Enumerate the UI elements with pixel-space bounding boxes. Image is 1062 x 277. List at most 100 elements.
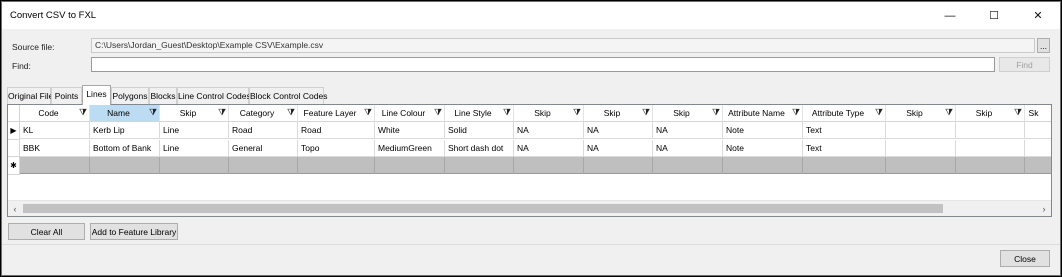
column-header[interactable]: Skip ⧩	[956, 105, 1025, 122]
grid-corner	[8, 105, 20, 122]
filter-icon[interactable]: ⧩	[642, 107, 650, 118]
grid-cell[interactable]: Short dash dot	[445, 140, 514, 157]
grid-cell[interactable]: Road	[298, 122, 375, 139]
column-header-label: Line Colour	[381, 108, 426, 118]
horizontal-scrollbar[interactable]: ‹ ›	[8, 200, 1051, 216]
grid-cell[interactable]: NA	[584, 140, 653, 157]
title-bar: Convert CSV to FXL — ☐ ✕	[2, 2, 1060, 29]
column-header[interactable]: Skip ⧩	[653, 105, 723, 122]
close-button[interactable]: Close	[1000, 250, 1050, 267]
filter-icon[interactable]: ⧩	[712, 107, 720, 118]
filter-icon[interactable]: ⧩	[287, 107, 295, 118]
column-header[interactable]: Category ⧩	[229, 105, 298, 122]
find-input[interactable]	[91, 57, 995, 72]
tab-polygons[interactable]: Polygons	[111, 87, 149, 104]
column-header[interactable]: Skip ⧩	[514, 105, 584, 122]
tab-original-file[interactable]: Original File	[7, 87, 53, 104]
grid-cell[interactable]	[886, 122, 956, 139]
grid-cell[interactable]: NA	[653, 140, 723, 157]
column-header[interactable]: Skip ⧩	[584, 105, 653, 122]
tab-blocks[interactable]: Blocks	[149, 87, 177, 104]
clear-all-button[interactable]: Clear All	[8, 223, 85, 240]
grid-cell[interactable]	[886, 140, 956, 157]
tab-line-control-codes[interactable]: Line Control Codes	[177, 87, 251, 104]
grid-cell[interactable]: BBK	[20, 140, 90, 157]
column-header[interactable]: Line Style ⧩	[445, 105, 514, 122]
grid-cell[interactable]: Line	[160, 140, 229, 157]
grid-cell[interactable]: Bottom of Bank	[90, 140, 160, 157]
grid-cell[interactable]	[956, 140, 1025, 157]
column-header[interactable]: Code ⧩	[20, 105, 90, 122]
grid-cell[interactable]: Text	[803, 122, 886, 139]
grid-cell[interactable]: White	[375, 122, 445, 139]
filter-icon[interactable]: ⧩	[79, 107, 87, 118]
new-row-divider	[802, 157, 803, 174]
new-row-divider	[1024, 157, 1025, 174]
grid-cell[interactable]: Solid	[445, 122, 514, 139]
column-header-label: Line Style	[454, 108, 492, 118]
add-to-feature-library-button[interactable]: Add to Feature Library	[90, 223, 178, 240]
filter-icon[interactable]: ⧩	[1014, 107, 1022, 118]
tab-block-control-codes[interactable]: Block Control Codes	[249, 87, 327, 104]
grid-cell[interactable]: Kerb Lip	[90, 122, 160, 139]
filter-icon[interactable]: ⧩	[875, 107, 883, 118]
column-header-label: Attribute Type	[811, 108, 865, 118]
column-header[interactable]: Line Colour ⧩	[375, 105, 445, 122]
source-file-field[interactable]: C:\Users\Jordan_Guest\Desktop\Example CS…	[91, 38, 1035, 53]
scroll-left-icon[interactable]: ‹	[8, 202, 22, 215]
column-header[interactable]: Skip ⧩	[160, 105, 229, 122]
find-button[interactable]: Find	[999, 57, 1050, 72]
grid-cell[interactable]: Topo	[298, 140, 375, 157]
grid-cell[interactable]: NA	[653, 122, 723, 139]
grid-cell[interactable]: Text	[803, 140, 886, 157]
new-row-divider	[159, 157, 160, 174]
grid-cell[interactable]	[956, 122, 1025, 139]
filter-icon[interactable]: ⧩	[573, 107, 581, 118]
column-header-label: Skip	[673, 108, 690, 118]
column-header[interactable]: Attribute Name ⧩	[723, 105, 803, 122]
grid-cell[interactable]: Road	[229, 122, 298, 139]
filter-icon[interactable]: ⧩	[434, 107, 442, 118]
grid-cell[interactable]	[1025, 140, 1051, 157]
new-row-divider	[652, 157, 653, 174]
grid-cell[interactable]: Note	[723, 122, 803, 139]
grid-cell[interactable]: NA	[584, 122, 653, 139]
new-row-divider	[297, 157, 298, 174]
column-header-label: Skip	[603, 108, 621, 118]
maximize-button[interactable]: ☐	[972, 2, 1016, 29]
column-header-label: Feature Layer	[303, 108, 357, 118]
grid-cell[interactable]: Note	[723, 140, 803, 157]
column-header[interactable]: Name ⧩	[90, 105, 160, 122]
filter-icon[interactable]: ⧩	[218, 107, 226, 118]
new-row[interactable]	[20, 157, 1051, 174]
browse-button[interactable]: ...	[1037, 38, 1050, 53]
new-row-divider	[513, 157, 514, 174]
current-row-indicator[interactable]: ▶	[8, 122, 20, 140]
column-header[interactable]: Skip ⧩	[886, 105, 956, 122]
close-window-button[interactable]: ✕	[1016, 2, 1060, 29]
new-row-indicator[interactable]: ✱	[8, 157, 20, 175]
filter-icon[interactable]: ⧩	[503, 107, 511, 118]
column-header[interactable]: Attribute Type ⧩	[803, 105, 886, 122]
grid-cell[interactable]: General	[229, 140, 298, 157]
grid-cell[interactable]: NA	[514, 122, 584, 139]
filter-icon[interactable]: ⧩	[945, 107, 953, 118]
scroll-right-icon[interactable]: ›	[1037, 202, 1051, 215]
column-header[interactable]: Feature Layer ⧩	[298, 105, 375, 122]
grid-cell[interactable]: KL	[20, 122, 90, 139]
grid-cell[interactable]: Line	[160, 122, 229, 139]
tab-lines[interactable]: Lines	[82, 85, 111, 105]
filter-icon[interactable]: ⧩	[364, 107, 372, 118]
column-header[interactable]: Sk	[1025, 105, 1051, 122]
scroll-thumb[interactable]	[23, 204, 943, 213]
row-header[interactable]	[8, 140, 20, 157]
filter-icon[interactable]: ⧩	[792, 107, 800, 118]
grid-cell[interactable]: NA	[514, 140, 584, 157]
filter-icon[interactable]: ⧩	[149, 107, 157, 118]
grid-cell[interactable]	[1025, 122, 1051, 139]
minimize-button[interactable]: —	[928, 2, 972, 29]
data-grid[interactable]: ‹ › Code ⧩ Name ⧩ Skip ⧩ Category ⧩ Feature Laye…	[7, 104, 1052, 217]
grid-cell[interactable]: MediumGreen	[375, 140, 445, 157]
tab-points[interactable]: Points	[51, 87, 82, 104]
column-header-label: Category	[239, 108, 275, 118]
